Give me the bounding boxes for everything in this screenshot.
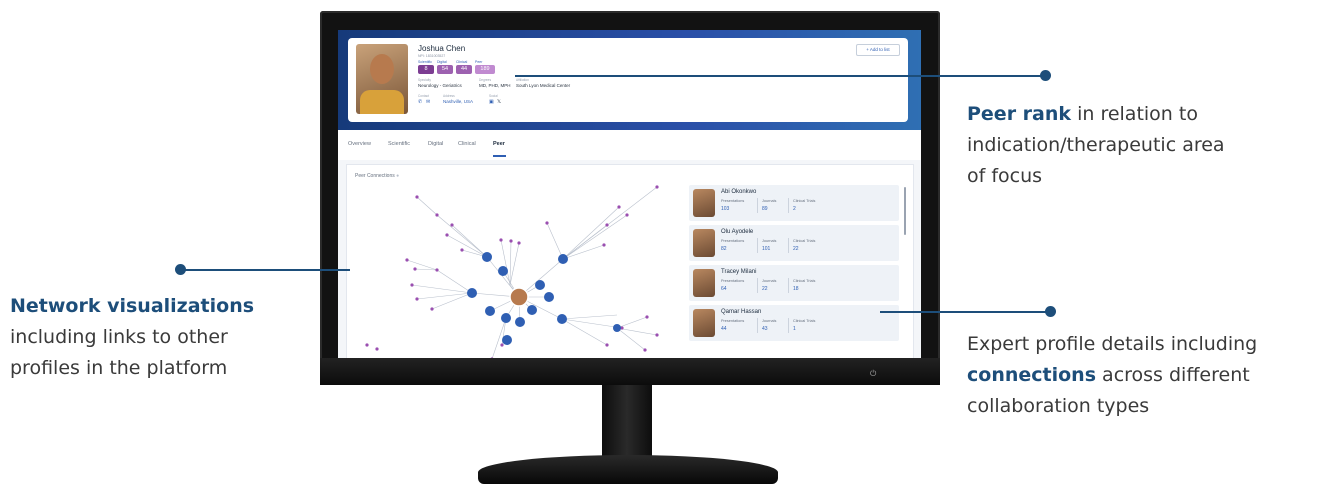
profile-tabs: Overview Scientific Digital Clinical Pee… bbox=[338, 130, 921, 160]
score-peer: 189 bbox=[475, 65, 495, 74]
presentations-value: 82 bbox=[721, 246, 727, 252]
add-to-list-button[interactable]: + Add to list bbox=[856, 44, 900, 56]
col-label: Clinical Trials bbox=[793, 199, 816, 203]
avatar bbox=[693, 189, 715, 217]
expert-callout: Expert profile details including connect… bbox=[967, 333, 1258, 417]
specialty-value: Neurology - Geriatrics bbox=[418, 83, 462, 88]
col-label: Journals bbox=[762, 239, 777, 243]
tab-clinical[interactable]: Clinical bbox=[458, 141, 476, 147]
trials-value: 18 bbox=[793, 286, 799, 292]
profile-npi: NPI: 1831003527 bbox=[418, 54, 446, 58]
score-label-clinical: Clinical bbox=[456, 60, 468, 64]
network-callout: Network visualizations including links t… bbox=[10, 295, 255, 379]
peer-connections-panel: Peer Connections ● Abi Okonkwo Presentat… bbox=[346, 164, 914, 358]
peer-rank-callout: Peer rank in relation to indication/ther… bbox=[967, 103, 1225, 187]
power-icon[interactable]: ⏻ bbox=[870, 370, 878, 378]
score-label-digital: Digital bbox=[437, 60, 447, 64]
trials-value: 2 bbox=[793, 206, 796, 212]
col-label: Clinical Trials bbox=[793, 279, 816, 283]
col-label: Presentations bbox=[721, 319, 745, 323]
address-label: Address bbox=[443, 94, 455, 98]
presentations-value: 64 bbox=[721, 286, 727, 292]
linkedin-icon[interactable]: ▣ bbox=[489, 99, 494, 105]
app-screen: Joshua Chen NPI: 1831003527 Scientific D… bbox=[338, 30, 921, 358]
list-item[interactable]: Abi Okonkwo Presentations Journals Clini… bbox=[689, 185, 899, 221]
avatar bbox=[693, 229, 715, 257]
center-profile-node bbox=[509, 287, 529, 307]
trials-value: 1 bbox=[793, 326, 796, 332]
list-scrollbar[interactable] bbox=[904, 187, 906, 235]
journals-value: 89 bbox=[762, 206, 768, 212]
social-label: Social bbox=[489, 94, 498, 98]
peer-rank-dot bbox=[1040, 70, 1051, 81]
contact-label: Contact bbox=[418, 94, 429, 98]
affiliation-label: Affiliation bbox=[516, 78, 529, 82]
score-digital: 54 bbox=[437, 65, 453, 74]
profile-photo bbox=[356, 44, 408, 114]
journals-value: 22 bbox=[762, 286, 768, 292]
profile-name: Joshua Chen bbox=[418, 44, 466, 53]
col-label: Clinical Trials bbox=[793, 239, 816, 243]
expert-connector bbox=[880, 311, 1050, 313]
monitor-stand-neck bbox=[602, 385, 652, 460]
peer-name: Abi Okonkwo bbox=[721, 189, 757, 195]
score-label-peer: Peer bbox=[475, 60, 483, 64]
presentations-value: 103 bbox=[721, 206, 730, 212]
active-tab-indicator bbox=[493, 155, 506, 157]
journals-value: 101 bbox=[762, 246, 771, 252]
list-item[interactable]: Olu Ayodele Presentations Journals Clini… bbox=[689, 225, 899, 261]
peer-rank-connector bbox=[515, 75, 1045, 77]
list-item[interactable]: Qamar Hassan Presentations Journals Clin… bbox=[689, 305, 899, 341]
tab-peer[interactable]: Peer bbox=[493, 141, 505, 147]
email-icon[interactable]: ✉ bbox=[426, 99, 430, 105]
col-label: Presentations bbox=[721, 239, 745, 243]
peer-name: Qamar Hassan bbox=[721, 309, 762, 315]
col-label: Presentations bbox=[721, 279, 745, 283]
profile-card: Joshua Chen NPI: 1831003527 Scientific D… bbox=[348, 38, 908, 122]
monitor-stand-base bbox=[478, 455, 778, 484]
profile-header-band: Joshua Chen NPI: 1831003527 Scientific D… bbox=[338, 30, 921, 130]
address-value[interactable]: Nashville, USA bbox=[443, 99, 473, 104]
info-icon[interactable]: ● bbox=[396, 173, 399, 179]
tab-overview[interactable]: Overview bbox=[348, 141, 371, 147]
phone-icon[interactable]: ✆ bbox=[418, 99, 422, 105]
network-connector bbox=[180, 269, 350, 271]
specialty-label: Specialty bbox=[418, 78, 431, 82]
peer-name: Tracey Milani bbox=[721, 269, 757, 275]
network-dot bbox=[175, 264, 186, 275]
expert-dot bbox=[1045, 306, 1056, 317]
presentations-value: 44 bbox=[721, 326, 727, 332]
tab-scientific[interactable]: Scientific bbox=[388, 141, 410, 147]
affiliation-value: South Lyon Medical Center bbox=[516, 83, 571, 88]
network-graph[interactable] bbox=[347, 185, 687, 358]
peer-list: Abi Okonkwo Presentations Journals Clini… bbox=[689, 185, 899, 345]
score-label-scientific: Scientific bbox=[418, 60, 433, 64]
score-clinical: 44 bbox=[456, 65, 472, 74]
journals-value: 43 bbox=[762, 326, 768, 332]
avatar bbox=[693, 269, 715, 297]
col-label: Clinical Trials bbox=[793, 319, 816, 323]
col-label: Journals bbox=[762, 199, 777, 203]
degrees-value: MD, PHD, MPH bbox=[479, 83, 511, 88]
score-scientific: 8 bbox=[418, 65, 434, 74]
peer-connections-title: Peer Connections ● bbox=[355, 173, 400, 179]
tab-digital[interactable]: Digital bbox=[428, 141, 443, 147]
col-label: Presentations bbox=[721, 199, 745, 203]
trials-value: 22 bbox=[793, 246, 799, 252]
col-label: Journals bbox=[762, 319, 777, 323]
col-label: Journals bbox=[762, 279, 777, 283]
list-item[interactable]: Tracey Milani Presentations Journals Cli… bbox=[689, 265, 899, 301]
avatar bbox=[693, 309, 715, 337]
monitor-bezel-bottom bbox=[320, 358, 940, 385]
peer-name: Olu Ayodele bbox=[721, 229, 754, 235]
x-icon[interactable]: 𝕏 bbox=[497, 99, 501, 105]
degrees-label: Degrees bbox=[479, 78, 492, 82]
